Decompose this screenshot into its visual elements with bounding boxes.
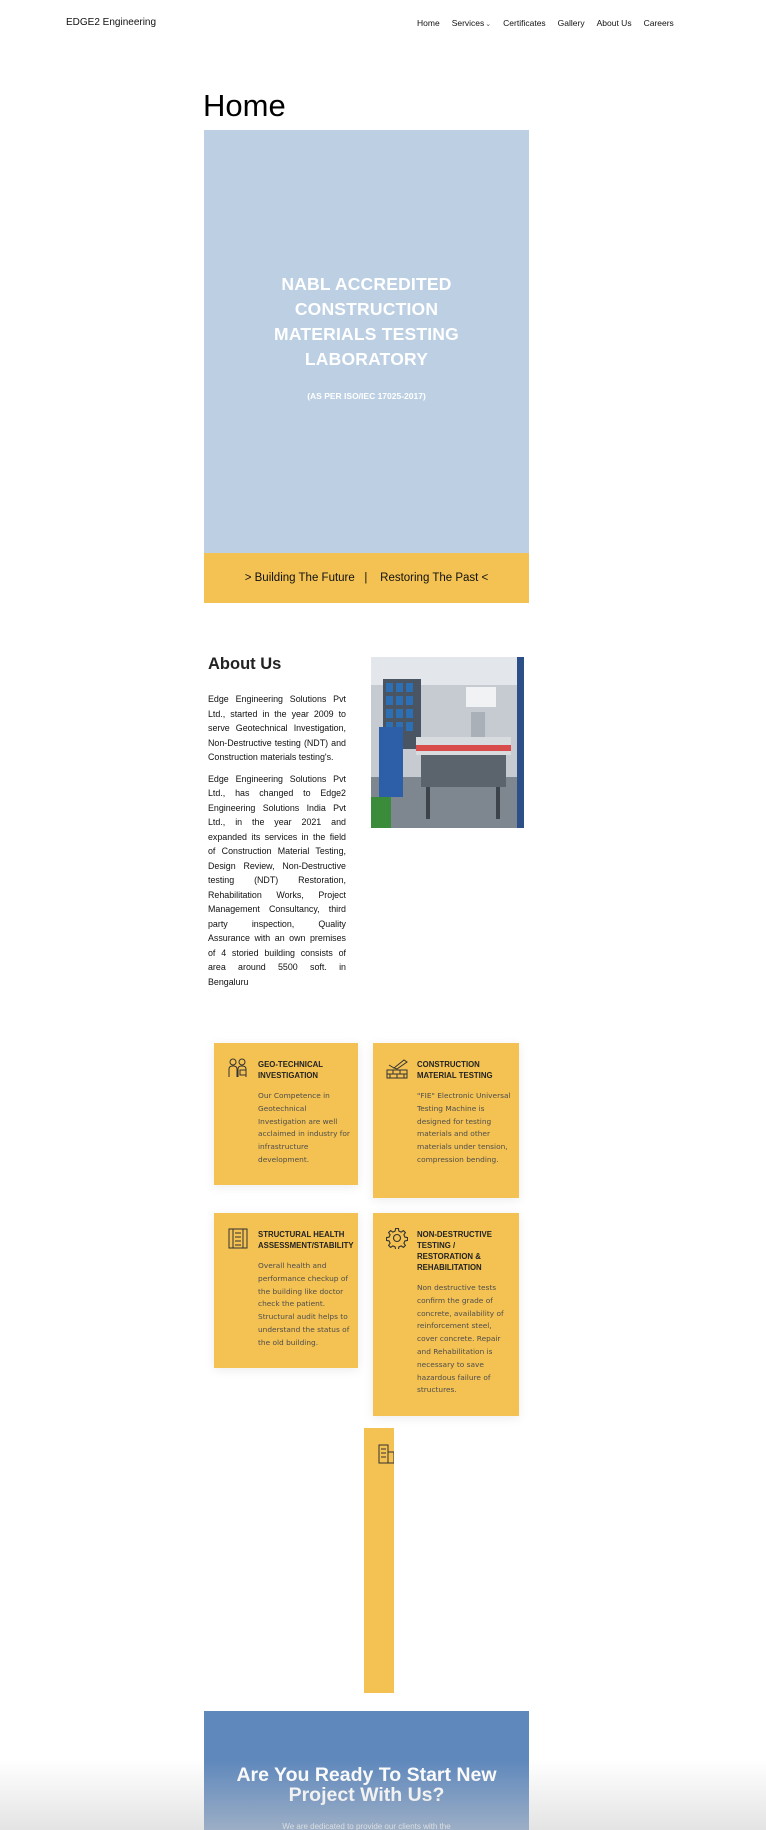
chevron-down-icon: ⌄ <box>485 21 492 28</box>
about-paragraph: Edge Engineering Solutions Pvt Ltd., has… <box>208 773 346 987</box>
nav-careers[interactable]: Careers <box>644 18 674 28</box>
nav-services[interactable]: Services⌄ <box>452 18 491 28</box>
service-card-partial[interactable] <box>364 1428 394 1693</box>
service-title: GEO-TECHNICAL INVESTIGATION <box>258 1060 323 1080</box>
service-card-geotechnical[interactable]: GEO-TECHNICAL INVESTIGATION Our Competen… <box>214 1043 358 1185</box>
about-heading: About Us <box>208 655 282 673</box>
service-description: "FIE" Electronic Universal Testing Machi… <box>417 1091 511 1164</box>
service-title: CONSTRUCTION MATERIAL TESTING <box>417 1060 493 1080</box>
service-card-ndt-restoration[interactable]: NON-DESTRUCTIVE TESTING / RESTORATION & … <box>373 1213 519 1416</box>
service-card-structural-health[interactable]: STRUCTURAL HEALTH ASSESSMENT/STABILITY O… <box>214 1213 358 1368</box>
site-brand[interactable]: EDGE2 Engineering <box>66 17 156 28</box>
service-description: Overall health and performance checkup o… <box>258 1261 350 1347</box>
service-card-material-testing[interactable]: CONSTRUCTION MATERIAL TESTING "FIE" Elec… <box>373 1043 519 1198</box>
nav-home[interactable]: Home <box>417 18 440 28</box>
brick-trowel-icon <box>386 1059 408 1079</box>
page-title: Home <box>203 88 286 123</box>
cta-text: We are dedicated to provide our clients … <box>282 1822 451 1830</box>
nav-services-label: Services <box>451 18 485 28</box>
gear-icon <box>386 1227 408 1249</box>
cta-section: Are You Ready To Start New Project With … <box>204 1711 529 1830</box>
nav-gallery[interactable]: Gallery <box>558 18 585 28</box>
cta-title: Are You Ready To Start New Project With … <box>236 1764 497 1806</box>
service-title: STRUCTURAL HEALTH ASSESSMENT/STABILITY <box>258 1230 354 1250</box>
hero-title: NABL ACCREDITED CONSTRUCTION MATERIALS T… <box>274 274 459 369</box>
lab-machine-illustration <box>371 657 524 828</box>
buildings-icon <box>378 1444 394 1464</box>
tagline-text: > Building The Future | Restoring The Pa… <box>244 572 489 584</box>
tagline-bar: > Building The Future | Restoring The Pa… <box>204 553 529 603</box>
engineers-icon <box>228 1058 247 1077</box>
nav-about-us[interactable]: About Us <box>597 18 632 28</box>
lab-machine-photo <box>371 657 524 828</box>
service-description: Our Competence in Geotechnical Investiga… <box>258 1091 350 1164</box>
building-icon <box>228 1228 248 1249</box>
hero-subtitle: (AS PER ISO/IEC 17025-2017) <box>307 391 426 401</box>
main-nav: Home Services⌄ Certificates Gallery Abou… <box>417 18 674 28</box>
service-title: NON-DESTRUCTIVE TESTING / RESTORATION & … <box>417 1230 492 1272</box>
service-description: Non destructive tests confirm the grade … <box>417 1283 504 1395</box>
nav-certificates[interactable]: Certificates <box>503 18 546 28</box>
hero-banner: NABL ACCREDITED CONSTRUCTION MATERIALS T… <box>204 130 529 553</box>
about-text: Edge Engineering Solutions Pvt Ltd., sta… <box>208 692 346 996</box>
about-paragraph: Edge Engineering Solutions Pvt Ltd., sta… <box>208 694 346 762</box>
